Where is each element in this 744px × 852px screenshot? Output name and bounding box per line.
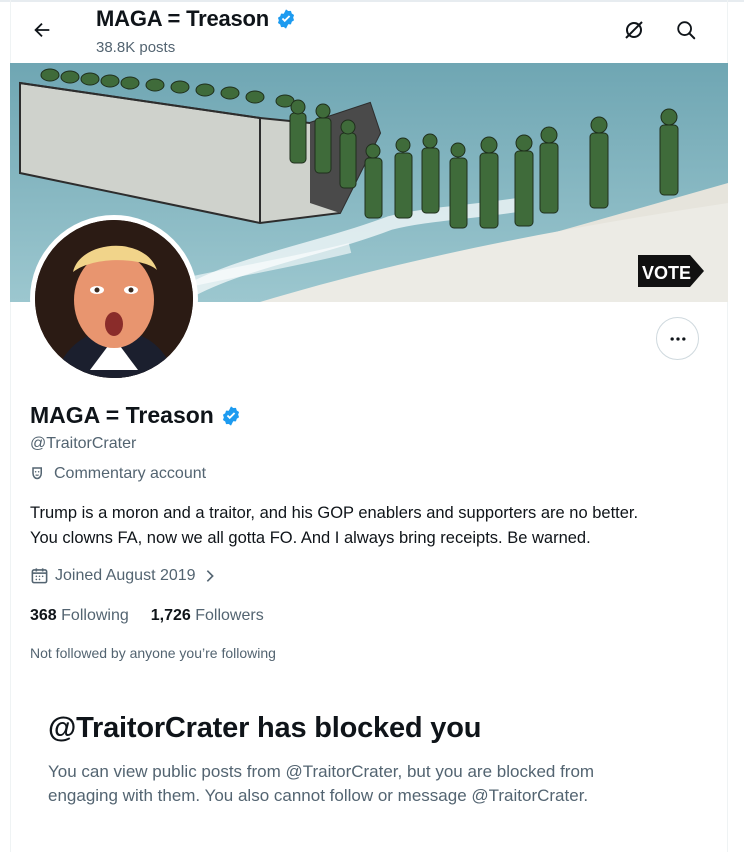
theater-masks-icon [32, 467, 42, 480]
profile-name: MAGA = Treason [30, 402, 242, 429]
followers-count: 1,726 [150, 607, 191, 624]
verified-badge-icon [277, 9, 295, 29]
profile-bio: Trump is a moron and a traitor, and his … [30, 501, 720, 551]
arrow-left-icon [34, 22, 50, 38]
vote-sign: VOTE [638, 255, 704, 287]
followers-link[interactable]: 1,726 Followers [151, 607, 264, 625]
grok-icon [625, 21, 643, 39]
profile-avatar[interactable] [30, 215, 198, 383]
joined-label: Joined August 2019 [55, 566, 196, 584]
blocked-line: engaging with them. You also cannot foll… [48, 786, 589, 805]
header-name: MAGA = Treason [96, 6, 270, 31]
bio-line: You clowns FA, now we all gotta FO. And … [30, 529, 591, 547]
svg-text:VOTE: VOTE [642, 263, 691, 283]
back-button[interactable] [28, 16, 56, 44]
avatar-photo [35, 220, 193, 378]
more-options-button[interactable] [656, 317, 699, 360]
profile-display-name: MAGA = Treason [30, 402, 214, 428]
calendar-icon [31, 568, 48, 584]
not-followed-notice: Not followed by anyone you’re following [30, 645, 276, 661]
search-icon [677, 21, 696, 40]
header-title: MAGA = Treason [96, 6, 297, 32]
profile-handle: @TraitorCrater [30, 435, 137, 452]
followers-label: Followers [195, 607, 264, 624]
blocked-line: You can view public posts from @TraitorC… [48, 762, 595, 781]
blocked-description: You can view public posts from @TraitorC… [48, 760, 668, 808]
follow-counts: 368 Following 1,726 Followers [30, 607, 264, 625]
following-count: 368 [30, 607, 57, 624]
bio-line: Trump is a moron and a traitor, and his … [30, 504, 639, 522]
grok-button[interactable] [620, 16, 648, 44]
following-link[interactable]: 368 Following [30, 607, 129, 625]
profile-category: Commentary account [30, 465, 206, 483]
post-count: 38.8K posts [96, 39, 176, 56]
blocked-title: @TraitorCrater has blocked you [48, 712, 482, 744]
joined-date[interactable]: Joined August 2019 [30, 566, 218, 585]
following-label: Following [61, 607, 129, 624]
profile-header-bar: MAGA = Treason 38.8K posts [10, 0, 728, 62]
search-button[interactable] [672, 16, 700, 44]
chevron-right-icon [206, 569, 214, 582]
verified-badge-icon[interactable] [220, 405, 242, 427]
category-label: Commentary account [54, 465, 207, 482]
more-horizontal-icon [670, 336, 685, 341]
